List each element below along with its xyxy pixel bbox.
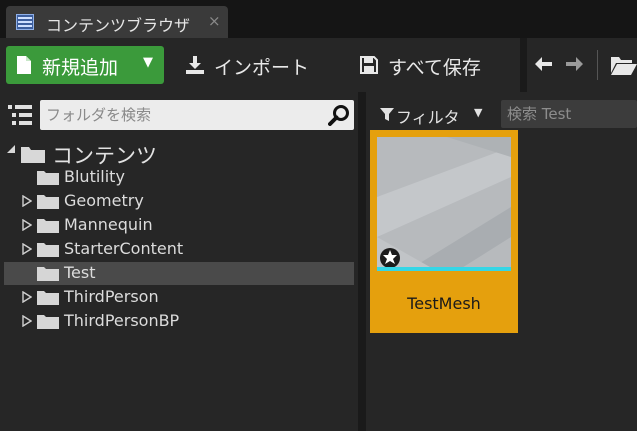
collapsed-arrow-icon[interactable] [22,315,32,327]
collapsed-arrow-icon[interactable] [22,243,32,255]
folder-icon [37,195,59,209]
folder-label: StarterContent [64,239,184,258]
folder-item[interactable]: Blutility [4,166,354,189]
folder-icon [37,219,59,233]
folder-label: ThirdPerson [64,287,159,306]
folder-label: ThirdPersonBP [64,311,180,330]
folder-label: Blutility [64,167,125,186]
filter-button[interactable]: フィルタ ▼ [378,100,490,128]
toolbar: 新規追加 ▼ インポート すべて保存 [0,38,637,92]
folder-label: Mannequin [64,215,153,234]
folder-search-field[interactable] [40,100,354,130]
save-all-label: すべて保存 [388,57,481,79]
forward-arrow-icon[interactable] [564,52,584,76]
asset-search-input[interactable] [507,104,635,124]
collapsed-arrow-icon[interactable] [22,219,32,231]
folder-search-input[interactable] [46,104,322,126]
sources-panel: コンテンツ Blutility Geometry Mannequin StarterC… [0,92,358,431]
folder-item[interactable]: ThirdPersonBP [4,310,354,333]
tree-view-icon[interactable] [8,104,32,126]
folder-label: Geometry [64,191,144,210]
folder-icon [37,291,59,305]
folder-icon [37,243,59,257]
search-icon[interactable] [328,104,350,126]
chevron-down-icon: ▼ [143,55,153,70]
folder-icon [37,315,59,329]
asset-panel: フィルタ ▼ TestMesh [366,92,637,431]
folder-icon [21,147,45,163]
folder-item[interactable]: Geometry [4,190,354,213]
folder-item[interactable]: StarterContent [4,238,354,261]
asset-name: TestMesh [407,294,481,313]
new-file-icon [17,56,31,74]
folder-icon [37,171,59,185]
collapsed-arrow-icon[interactable] [22,291,32,303]
tab-content-browser[interactable]: コンテンツブラウザ × [6,6,228,38]
asset-tile[interactable]: TestMesh [370,130,518,333]
add-new-label: 新規追加 [42,57,119,79]
close-icon[interactable]: × [208,12,221,30]
content-browser-icon [16,14,34,30]
collapsed-arrow-icon[interactable] [22,195,32,207]
asset-thumbnail [377,137,511,271]
chevron-down-icon: ▼ [474,106,483,119]
panel-splitter[interactable] [358,92,366,431]
save-icon [360,56,378,74]
folder-item[interactable]: ThirdPerson [4,286,354,309]
filter-label: フィルタ [396,108,460,127]
folder-item[interactable]: Test [4,262,354,285]
tree-root-content[interactable]: コンテンツ [0,140,358,168]
folder-label: Test [64,263,96,282]
import-icon [186,56,204,74]
asset-search-field[interactable] [501,100,637,128]
filter-icon [380,108,394,121]
static-mesh-icon [380,248,400,268]
folder-open-icon[interactable] [610,54,637,76]
back-arrow-icon[interactable] [534,52,554,76]
import-label: インポート [214,57,310,79]
save-all-button[interactable]: すべて保存 [352,46,512,84]
add-new-button[interactable]: 新規追加 ▼ [6,46,164,84]
asset-type-bar [377,267,511,271]
folder-icon [37,267,59,281]
import-button[interactable]: インポート [176,46,336,84]
tab-strip: コンテンツブラウザ × [0,0,637,38]
expanded-arrow-icon[interactable] [6,144,16,154]
nav-divider [597,50,598,80]
toolbar-divider [520,38,527,92]
tab-title: コンテンツブラウザ [46,16,191,35]
folder-item[interactable]: Mannequin [4,214,354,237]
